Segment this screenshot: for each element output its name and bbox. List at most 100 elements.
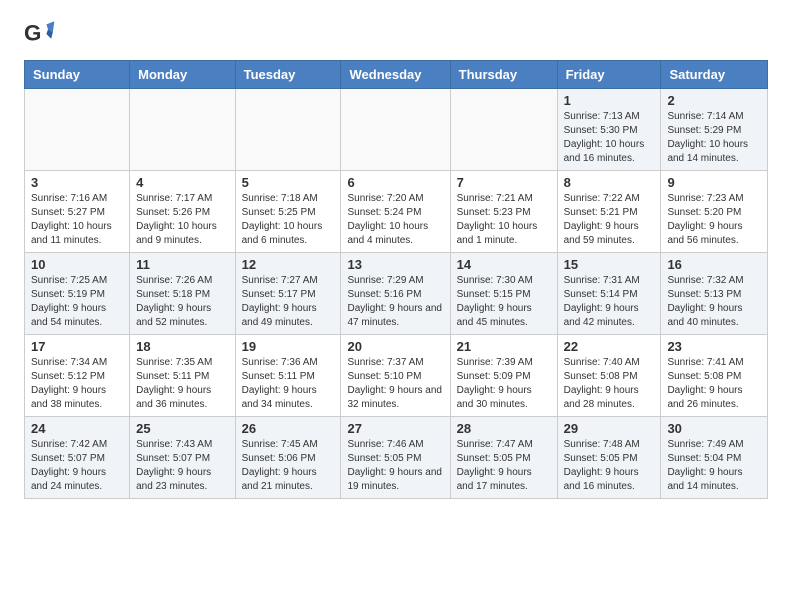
calendar-cell: 4 Sunrise: 7:17 AM Sunset: 5:26 PM Daylig… <box>130 171 235 253</box>
calendar-cell: 10Sunrise: 7:25 AM Sunset: 5:19 PM Dayli… <box>25 253 130 335</box>
calendar-cell: 9 Sunrise: 7:23 AM Sunset: 5:20 PM Daylig… <box>661 171 768 253</box>
day-info: Sunrise: 7:23 AM Sunset: 5:20 PM Dayligh… <box>667 192 761 248</box>
day-number: 28 <box>457 421 551 436</box>
calendar-day-header: Friday <box>557 61 661 89</box>
day-info: Sunrise: 7:18 AM Sunset: 5:25 PM Dayligh… <box>242 192 335 248</box>
day-number: 1 <box>564 93 655 108</box>
calendar-cell: 23 Sunrise: 7:41 AM Sunset: 5:08 PM Dayli… <box>661 335 768 417</box>
day-number: 13 <box>347 257 443 272</box>
calendar-table: SundayMondayTuesdayWednesdayThursdayFrid… <box>24 60 768 499</box>
calendar-cell <box>450 89 557 171</box>
day-number: 9 <box>667 175 761 190</box>
day-number: 17 <box>31 339 123 354</box>
day-number: 23 <box>667 339 761 354</box>
day-number: 3 <box>31 175 123 190</box>
calendar-cell: 7 Sunrise: 7:21 AM Sunset: 5:23 PM Daylig… <box>450 171 557 253</box>
day-info: Sunrise: 7:43 AM Sunset: 5:07 PM Dayligh… <box>136 438 228 494</box>
logo-icon: G <box>24 18 56 50</box>
day-info: Sunrise: 7:34 AM Sunset: 5:12 PM Dayligh… <box>31 356 123 412</box>
day-info: Sunrise: 7:21 AM Sunset: 5:23 PM Dayligh… <box>457 192 551 248</box>
day-number: 8 <box>564 175 655 190</box>
day-info: Sunrise: 7:39 AM Sunset: 5:09 PM Dayligh… <box>457 356 551 412</box>
day-number: 4 <box>136 175 228 190</box>
calendar-cell: 2 Sunrise: 7:14 AM Sunset: 5:29 PM Daylig… <box>661 89 768 171</box>
day-number: 25 <box>136 421 228 436</box>
calendar-cell: 20Sunrise: 7:37 AM Sunset: 5:10 PM Dayli… <box>341 335 450 417</box>
calendar-cell: 26Sunrise: 7:45 AM Sunset: 5:06 PM Dayli… <box>235 417 341 499</box>
calendar-cell: 13 Sunrise: 7:29 AM Sunset: 5:16 PM Dayli… <box>341 253 450 335</box>
day-info: Sunrise: 7:25 AM Sunset: 5:19 PM Dayligh… <box>31 274 123 330</box>
day-number: 2 <box>667 93 761 108</box>
calendar-wrapper: SundayMondayTuesdayWednesdayThursdayFrid… <box>0 60 792 511</box>
day-number: 24 <box>31 421 123 436</box>
calendar-cell: 22 Sunrise: 7:40 AM Sunset: 5:08 PM Dayli… <box>557 335 661 417</box>
day-number: 11 <box>136 257 228 272</box>
day-info: Sunrise: 7:30 AM Sunset: 5:15 PM Dayligh… <box>457 274 551 330</box>
day-info: Sunrise: 7:37 AM Sunset: 5:10 PM Dayligh… <box>347 356 443 412</box>
day-number: 29 <box>564 421 655 436</box>
calendar-day-header: Wednesday <box>341 61 450 89</box>
calendar-day-header: Saturday <box>661 61 768 89</box>
day-number: 19 <box>242 339 335 354</box>
page-header: G <box>0 0 792 60</box>
calendar-cell <box>235 89 341 171</box>
day-number: 30 <box>667 421 761 436</box>
calendar-day-header: Thursday <box>450 61 557 89</box>
day-number: 12 <box>242 257 335 272</box>
calendar-cell: 29 Sunrise: 7:48 AM Sunset: 5:05 PM Dayli… <box>557 417 661 499</box>
day-number: 14 <box>457 257 551 272</box>
calendar-cell: 21 Sunrise: 7:39 AM Sunset: 5:09 PM Dayli… <box>450 335 557 417</box>
calendar-cell: 30 Sunrise: 7:49 AM Sunset: 5:04 PM Dayli… <box>661 417 768 499</box>
day-number: 15 <box>564 257 655 272</box>
day-info: Sunrise: 7:45 AM Sunset: 5:06 PM Dayligh… <box>242 438 335 494</box>
day-info: Sunrise: 7:40 AM Sunset: 5:08 PM Dayligh… <box>564 356 655 412</box>
day-info: Sunrise: 7:32 AM Sunset: 5:13 PM Dayligh… <box>667 274 761 330</box>
calendar-header-row: SundayMondayTuesdayWednesdayThursdayFrid… <box>25 61 768 89</box>
calendar-cell <box>130 89 235 171</box>
day-number: 7 <box>457 175 551 190</box>
calendar-week-row: 1 Sunrise: 7:13 AM Sunset: 5:30 PM Daylig… <box>25 89 768 171</box>
calendar-cell: 27 Sunrise: 7:46 AM Sunset: 5:05 PM Dayli… <box>341 417 450 499</box>
calendar-cell: 19 Sunrise: 7:36 AM Sunset: 5:11 PM Dayli… <box>235 335 341 417</box>
day-info: Sunrise: 7:36 AM Sunset: 5:11 PM Dayligh… <box>242 356 335 412</box>
calendar-cell: 25 Sunrise: 7:43 AM Sunset: 5:07 PM Dayli… <box>130 417 235 499</box>
day-info: Sunrise: 7:46 AM Sunset: 5:05 PM Dayligh… <box>347 438 443 494</box>
day-info: Sunrise: 7:13 AM Sunset: 5:30 PM Dayligh… <box>564 110 655 166</box>
day-info: Sunrise: 7:35 AM Sunset: 5:11 PM Dayligh… <box>136 356 228 412</box>
calendar-cell: 6Sunrise: 7:20 AM Sunset: 5:24 PM Daylig… <box>341 171 450 253</box>
calendar-week-row: 10Sunrise: 7:25 AM Sunset: 5:19 PM Dayli… <box>25 253 768 335</box>
day-info: Sunrise: 7:22 AM Sunset: 5:21 PM Dayligh… <box>564 192 655 248</box>
calendar-cell: 17 Sunrise: 7:34 AM Sunset: 5:12 PM Dayli… <box>25 335 130 417</box>
svg-text:G: G <box>24 20 41 45</box>
calendar-day-header: Sunday <box>25 61 130 89</box>
day-info: Sunrise: 7:20 AM Sunset: 5:24 PM Dayligh… <box>347 192 443 248</box>
calendar-cell: 16Sunrise: 7:32 AM Sunset: 5:13 PM Dayli… <box>661 253 768 335</box>
calendar-cell <box>25 89 130 171</box>
day-number: 22 <box>564 339 655 354</box>
day-info: Sunrise: 7:26 AM Sunset: 5:18 PM Dayligh… <box>136 274 228 330</box>
calendar-week-row: 24Sunrise: 7:42 AM Sunset: 5:07 PM Dayli… <box>25 417 768 499</box>
day-info: Sunrise: 7:31 AM Sunset: 5:14 PM Dayligh… <box>564 274 655 330</box>
calendar-week-row: 17 Sunrise: 7:34 AM Sunset: 5:12 PM Dayli… <box>25 335 768 417</box>
day-info: Sunrise: 7:16 AM Sunset: 5:27 PM Dayligh… <box>31 192 123 248</box>
calendar-cell: 28 Sunrise: 7:47 AM Sunset: 5:05 PM Dayli… <box>450 417 557 499</box>
day-info: Sunrise: 7:49 AM Sunset: 5:04 PM Dayligh… <box>667 438 761 494</box>
day-number: 27 <box>347 421 443 436</box>
calendar-cell: 24Sunrise: 7:42 AM Sunset: 5:07 PM Dayli… <box>25 417 130 499</box>
calendar-cell: 15 Sunrise: 7:31 AM Sunset: 5:14 PM Dayli… <box>557 253 661 335</box>
calendar-cell: 14 Sunrise: 7:30 AM Sunset: 5:15 PM Dayli… <box>450 253 557 335</box>
day-number: 21 <box>457 339 551 354</box>
calendar-cell: 1 Sunrise: 7:13 AM Sunset: 5:30 PM Daylig… <box>557 89 661 171</box>
day-info: Sunrise: 7:48 AM Sunset: 5:05 PM Dayligh… <box>564 438 655 494</box>
day-info: Sunrise: 7:14 AM Sunset: 5:29 PM Dayligh… <box>667 110 761 166</box>
calendar-cell: 12Sunrise: 7:27 AM Sunset: 5:17 PM Dayli… <box>235 253 341 335</box>
calendar-cell: 5 Sunrise: 7:18 AM Sunset: 5:25 PM Daylig… <box>235 171 341 253</box>
day-number: 5 <box>242 175 335 190</box>
day-info: Sunrise: 7:41 AM Sunset: 5:08 PM Dayligh… <box>667 356 761 412</box>
calendar-day-header: Monday <box>130 61 235 89</box>
calendar-week-row: 3 Sunrise: 7:16 AM Sunset: 5:27 PM Daylig… <box>25 171 768 253</box>
day-info: Sunrise: 7:29 AM Sunset: 5:16 PM Dayligh… <box>347 274 443 330</box>
day-info: Sunrise: 7:47 AM Sunset: 5:05 PM Dayligh… <box>457 438 551 494</box>
calendar-cell: 3 Sunrise: 7:16 AM Sunset: 5:27 PM Daylig… <box>25 171 130 253</box>
day-info: Sunrise: 7:17 AM Sunset: 5:26 PM Dayligh… <box>136 192 228 248</box>
